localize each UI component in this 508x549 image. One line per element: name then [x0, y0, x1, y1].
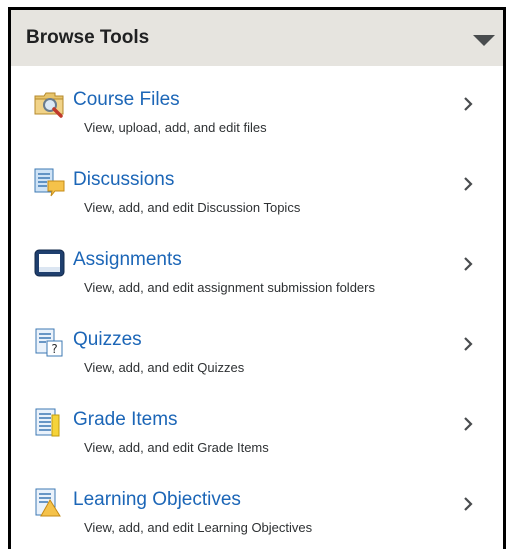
chevron-right-icon	[464, 257, 473, 271]
tool-description: View, add, and edit Quizzes	[84, 360, 245, 375]
tool-description: View, upload, add, and edit files	[84, 120, 267, 135]
caret-down-icon[interactable]	[473, 34, 495, 46]
tool-item-quizzes[interactable]: ? Quizzes View, add, and edit Quizzes	[11, 306, 503, 386]
gradebook-icon	[35, 408, 60, 437]
tool-item-learning-objectives[interactable]: Learning Objectives View, add, and edit …	[11, 466, 503, 546]
tools-list: Course Files View, upload, add, and edit…	[11, 66, 503, 546]
chevron-right-icon	[464, 417, 473, 431]
tool-label[interactable]: Quizzes	[73, 329, 142, 351]
svg-text:?: ?	[51, 342, 57, 356]
browse-tools-panel: Browse Tools Course Files View, upload, …	[8, 7, 506, 549]
tool-item-assignments[interactable]: Assignments View, add, and edit assignme…	[11, 226, 503, 306]
tool-description: View, add, and edit Grade Items	[84, 440, 269, 455]
tool-item-discussions[interactable]: Discussions View, add, and edit Discussi…	[11, 146, 503, 226]
tool-label[interactable]: Grade Items	[73, 409, 178, 431]
chevron-right-icon	[464, 497, 473, 511]
chevron-right-icon	[464, 337, 473, 351]
tool-description: View, add, and edit Discussion Topics	[84, 200, 301, 215]
chevron-right-icon	[464, 177, 473, 191]
chevron-right-icon	[464, 97, 473, 111]
tool-description: View, add, and edit assignment submissio…	[84, 280, 375, 295]
tool-item-grade-items[interactable]: Grade Items View, add, and edit Grade It…	[11, 386, 503, 466]
discussion-icon	[34, 168, 65, 197]
inbox-tray-icon	[34, 249, 65, 277]
panel-title: Browse Tools	[26, 27, 150, 48]
tool-label[interactable]: Course Files	[73, 89, 180, 111]
folder-search-icon	[34, 92, 64, 118]
tool-label[interactable]: Learning Objectives	[73, 489, 241, 511]
learning-objectives-icon	[35, 488, 61, 517]
tool-description: View, add, and edit Learning Objectives	[84, 520, 313, 535]
browse-tools-header[interactable]: Browse Tools	[11, 10, 503, 66]
tool-label[interactable]: Discussions	[73, 169, 174, 191]
tool-label[interactable]: Assignments	[73, 249, 182, 271]
quiz-icon: ?	[35, 328, 63, 357]
tool-item-course-files[interactable]: Course Files View, upload, add, and edit…	[11, 66, 503, 146]
